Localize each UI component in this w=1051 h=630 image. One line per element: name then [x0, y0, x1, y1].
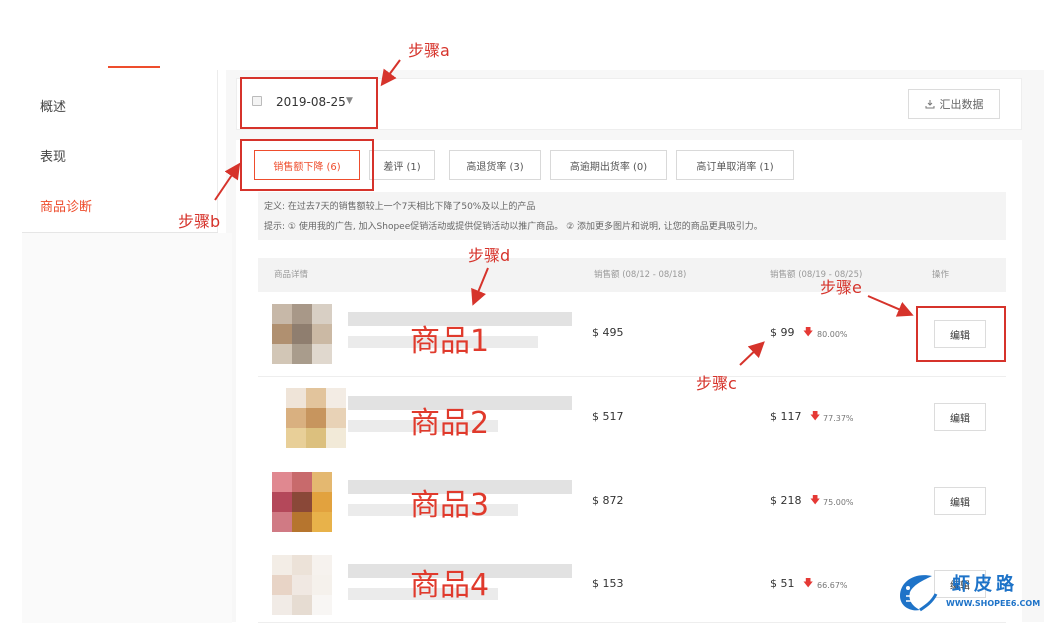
- arrow-c: [739, 341, 765, 366]
- arrow-b: [214, 162, 241, 201]
- shrimp-logo-icon: [900, 575, 938, 612]
- watermark-url: WWW.SHOPEE6.COM: [946, 599, 1041, 608]
- arrow-a: [380, 59, 401, 87]
- arrow-e: [867, 295, 914, 317]
- arrow-d: [471, 267, 489, 306]
- watermark-title: 虾皮路: [952, 574, 1018, 595]
- annotation-arrows: [214, 59, 914, 366]
